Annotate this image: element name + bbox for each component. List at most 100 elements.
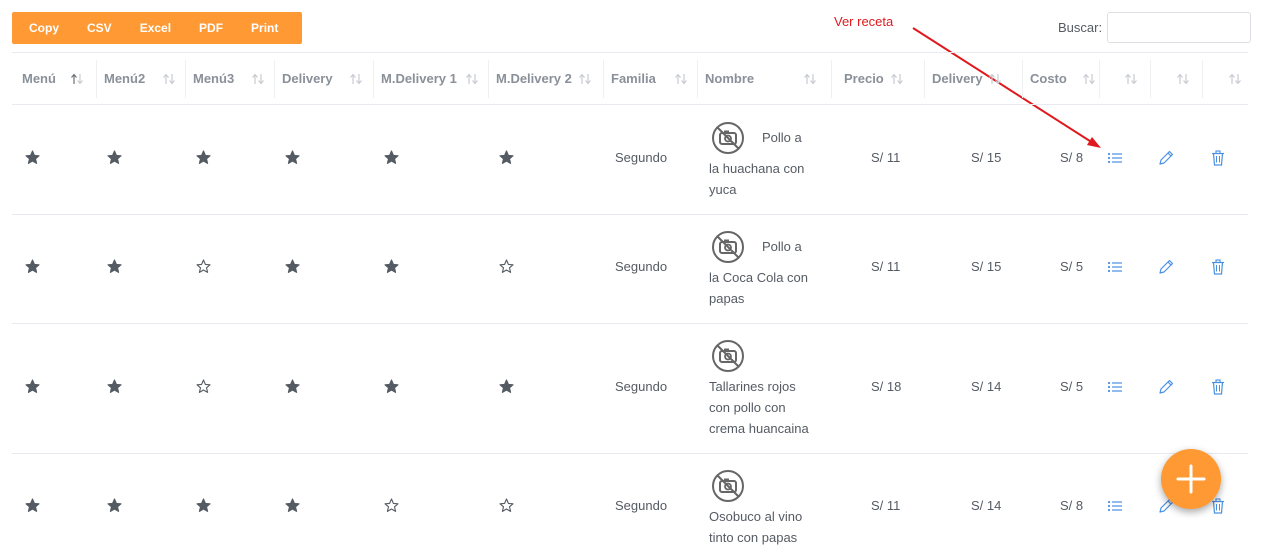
dish-name-line: crema huancaina bbox=[709, 421, 809, 436]
star-filled-icon[interactable] bbox=[107, 259, 122, 274]
sort-arrows-icon[interactable] bbox=[465, 72, 479, 86]
star-filled-icon[interactable] bbox=[285, 150, 300, 165]
pdf-button[interactable]: PDF bbox=[185, 12, 237, 44]
column-header[interactable]: M.Delivery 2 bbox=[496, 71, 572, 86]
column-divider bbox=[373, 60, 374, 98]
star-filled-icon bbox=[107, 150, 122, 164]
print-button[interactable]: Print bbox=[237, 12, 292, 44]
column-divider bbox=[274, 60, 275, 98]
star-filled-icon bbox=[285, 498, 300, 512]
view-recipe-button[interactable] bbox=[1107, 259, 1123, 275]
star-filled-icon bbox=[384, 259, 399, 273]
pencil-icon bbox=[1159, 259, 1174, 274]
column-header[interactable]: Menú2 bbox=[104, 71, 145, 86]
sort-arrows-icon[interactable] bbox=[349, 72, 363, 86]
edit-button[interactable] bbox=[1158, 379, 1174, 395]
star-filled-icon[interactable] bbox=[499, 150, 514, 165]
star-filled-icon[interactable] bbox=[107, 379, 122, 394]
excel-button[interactable]: Excel bbox=[126, 12, 185, 44]
star-filled-icon[interactable] bbox=[285, 498, 300, 513]
star-filled-icon[interactable] bbox=[107, 150, 122, 165]
no-photo-icon bbox=[711, 230, 745, 264]
column-divider bbox=[831, 60, 832, 98]
no-photo-icon bbox=[711, 339, 745, 373]
add-dish-button[interactable] bbox=[1161, 449, 1221, 509]
star-filled-icon[interactable] bbox=[25, 498, 40, 513]
sort-arrows-icon[interactable] bbox=[890, 72, 904, 86]
sort-arrows-icon[interactable] bbox=[162, 72, 176, 86]
star-filled-icon[interactable] bbox=[196, 498, 211, 513]
star-filled-icon[interactable] bbox=[384, 259, 399, 274]
no-photo-icon bbox=[712, 470, 744, 502]
delete-button[interactable] bbox=[1210, 259, 1226, 275]
column-header[interactable]: M.Delivery 1 bbox=[381, 71, 457, 86]
column-header[interactable]: Costo bbox=[1030, 71, 1067, 86]
sort-arrows-icon[interactable] bbox=[70, 72, 84, 86]
export-button-group: Copy CSV Excel PDF Print bbox=[12, 12, 302, 44]
star-filled-icon[interactable] bbox=[196, 150, 211, 165]
view-recipe-button[interactable] bbox=[1107, 379, 1123, 395]
star-filled-icon[interactable] bbox=[107, 498, 122, 513]
sort-arrows-icon bbox=[350, 73, 362, 85]
search-label: Buscar: bbox=[1058, 20, 1103, 35]
star-filled-icon[interactable] bbox=[384, 379, 399, 394]
view-recipe-button[interactable] bbox=[1107, 150, 1123, 166]
star-filled-icon[interactable] bbox=[384, 150, 399, 165]
star-filled-icon bbox=[384, 150, 399, 164]
copy-button[interactable]: Copy bbox=[12, 12, 73, 44]
familia-cell: Segundo bbox=[615, 498, 668, 513]
star-outline-icon[interactable] bbox=[499, 498, 514, 513]
star-filled-icon[interactable] bbox=[285, 379, 300, 394]
sort-arrows-icon[interactable] bbox=[1176, 72, 1190, 86]
precio-cell: S/ 18 bbox=[871, 379, 902, 394]
no-photo-icon bbox=[711, 121, 745, 155]
column-header[interactable]: Precio bbox=[844, 71, 884, 86]
column-header[interactable]: Familia bbox=[611, 71, 656, 86]
row-divider bbox=[12, 104, 1248, 105]
column-header[interactable]: Menú bbox=[22, 71, 56, 86]
search-input[interactable] bbox=[1107, 12, 1251, 43]
costo-cell: S/ 5 bbox=[1060, 379, 1084, 394]
sort-arrows-icon bbox=[1177, 73, 1189, 85]
no-photo-icon bbox=[712, 340, 744, 372]
list-icon bbox=[1107, 381, 1122, 393]
star-filled-icon[interactable] bbox=[25, 259, 40, 274]
dish-name-line: la huachana con bbox=[709, 161, 805, 176]
csv-button[interactable]: CSV bbox=[73, 12, 126, 44]
sort-arrows-icon[interactable] bbox=[803, 72, 817, 86]
view-recipe-button[interactable] bbox=[1107, 498, 1123, 514]
dish-name-line: tinto con papas bbox=[709, 530, 798, 545]
delivery-cell: S/ 15 bbox=[971, 259, 1002, 274]
column-header[interactable]: Delivery bbox=[932, 71, 983, 86]
column-header[interactable]: Nombre bbox=[705, 71, 754, 86]
star-filled-icon bbox=[499, 150, 514, 164]
star-filled-icon[interactable] bbox=[25, 150, 40, 165]
sort-arrows-icon[interactable] bbox=[674, 72, 688, 86]
star-outline-icon[interactable] bbox=[196, 379, 211, 394]
column-divider bbox=[1202, 60, 1203, 98]
edit-button[interactable] bbox=[1158, 259, 1174, 275]
star-filled-icon[interactable] bbox=[25, 379, 40, 394]
sort-arrows-icon[interactable] bbox=[1124, 72, 1138, 86]
star-outline-icon[interactable] bbox=[384, 498, 399, 513]
star-filled-icon bbox=[25, 150, 40, 164]
star-filled-icon[interactable] bbox=[499, 379, 514, 394]
pencil-icon bbox=[1159, 150, 1174, 165]
column-divider bbox=[185, 60, 186, 98]
sort-arrows-icon bbox=[252, 73, 264, 85]
column-divider bbox=[96, 60, 97, 98]
star-outline-icon[interactable] bbox=[499, 259, 514, 274]
delete-button[interactable] bbox=[1210, 379, 1226, 395]
delete-button[interactable] bbox=[1210, 150, 1226, 166]
sort-arrows-icon[interactable] bbox=[988, 72, 1002, 86]
sort-arrows-icon[interactable] bbox=[251, 72, 265, 86]
sort-arrows-icon[interactable] bbox=[1082, 72, 1096, 86]
sort-arrows-icon[interactable] bbox=[1228, 72, 1242, 86]
star-filled-icon[interactable] bbox=[285, 259, 300, 274]
column-header[interactable]: Delivery bbox=[282, 71, 333, 86]
column-header[interactable]: Menú3 bbox=[193, 71, 234, 86]
delivery-cell: S/ 14 bbox=[971, 498, 1002, 513]
sort-arrows-icon[interactable] bbox=[578, 72, 592, 86]
edit-button[interactable] bbox=[1158, 150, 1174, 166]
star-outline-icon[interactable] bbox=[196, 259, 211, 274]
